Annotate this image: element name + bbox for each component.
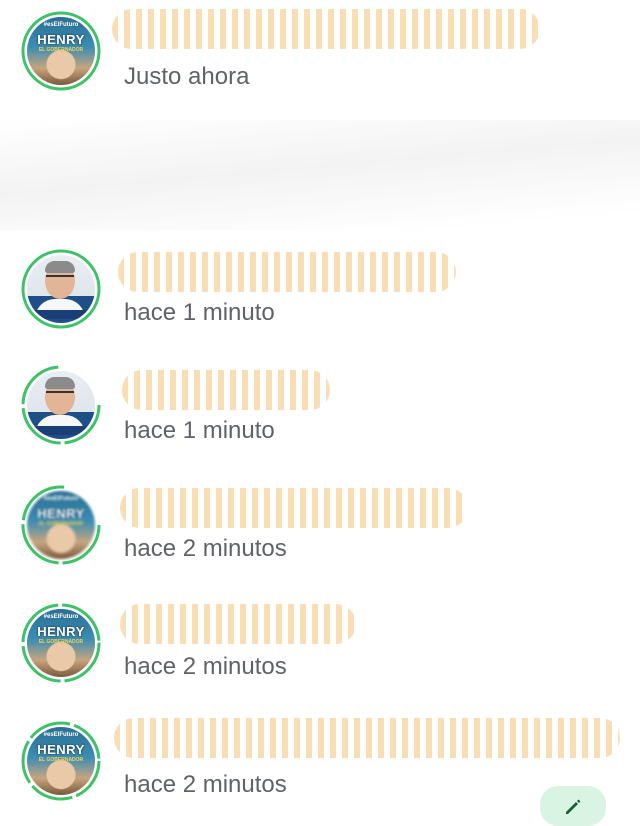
poster-title: HENRY bbox=[37, 742, 85, 757]
poster-hashtag: #esElFuturo bbox=[43, 22, 79, 28]
poster-title: HENRY bbox=[37, 506, 85, 521]
status-time: hace 2 minutos bbox=[124, 771, 287, 798]
poster-subtitle: EL GOBERNADOR bbox=[38, 757, 84, 763]
status-avatar[interactable]: #esElFuturo HENRY EL GOBERNADOR bbox=[20, 720, 102, 802]
poster-hashtag: #esElFuturo bbox=[43, 732, 79, 738]
contact-name-redacted bbox=[112, 9, 540, 49]
contact-name-redacted bbox=[122, 370, 330, 410]
man-portrait-image bbox=[27, 371, 95, 439]
henry-poster-image: #esElFuturo HENRY EL GOBERNADOR bbox=[27, 727, 95, 795]
status-list-item[interactable]: #esElFuturo HENRY EL GOBERNADOR hace 2 m… bbox=[0, 592, 640, 702]
status-time: hace 2 minutos bbox=[124, 535, 287, 562]
status-list-item[interactable]: #esElFuturo HENRY EL GOBERNADOR hace 2 m… bbox=[0, 474, 640, 584]
henry-poster-image: #esElFuturo HENRY EL GOBERNADOR bbox=[27, 609, 95, 677]
new-status-button[interactable] bbox=[540, 786, 606, 826]
henry-poster-image: #esElFuturo HENRY EL GOBERNADOR bbox=[27, 17, 95, 85]
status-avatar[interactable] bbox=[20, 364, 102, 446]
status-list-item[interactable]: hace 1 minuto bbox=[0, 238, 640, 348]
edit-pencil-icon bbox=[566, 799, 581, 814]
status-avatar[interactable]: #esElFuturo HENRY EL GOBERNADOR bbox=[20, 602, 102, 684]
status-time: hace 2 minutos bbox=[124, 653, 287, 680]
status-avatar[interactable] bbox=[20, 248, 102, 330]
poster-title: HENRY bbox=[37, 624, 85, 639]
contact-name-redacted bbox=[120, 604, 356, 644]
status-avatar[interactable]: #esElFuturo HENRY EL GOBERNADOR bbox=[20, 10, 102, 92]
status-list-item[interactable]: hace 1 minuto bbox=[0, 356, 640, 466]
poster-subtitle: EL GOBERNADOR bbox=[38, 47, 84, 53]
henry-poster-image: #esElFuturo HENRY EL GOBERNADOR bbox=[27, 491, 95, 559]
poster-hashtag: #esElFuturo bbox=[43, 614, 79, 620]
blur-area bbox=[0, 120, 640, 230]
contact-name-redacted bbox=[114, 718, 620, 758]
status-time: hace 1 minuto bbox=[124, 299, 275, 326]
poster-subtitle: EL GOBERNADOR bbox=[38, 639, 84, 645]
contact-name-redacted bbox=[118, 252, 456, 292]
status-time: hace 1 minuto bbox=[124, 417, 275, 444]
status-list-item[interactable]: #esElFuturo HENRY EL GOBERNADOR Justo ah… bbox=[0, 0, 640, 110]
man-portrait-image bbox=[27, 255, 95, 323]
poster-title: HENRY bbox=[37, 32, 85, 47]
contact-name-redacted bbox=[120, 488, 468, 528]
poster-hashtag: #esElFuturo bbox=[43, 496, 79, 502]
status-time: Justo ahora bbox=[124, 63, 250, 90]
status-avatar[interactable]: #esElFuturo HENRY EL GOBERNADOR bbox=[20, 484, 102, 566]
poster-subtitle: EL GOBERNADOR bbox=[38, 521, 84, 527]
